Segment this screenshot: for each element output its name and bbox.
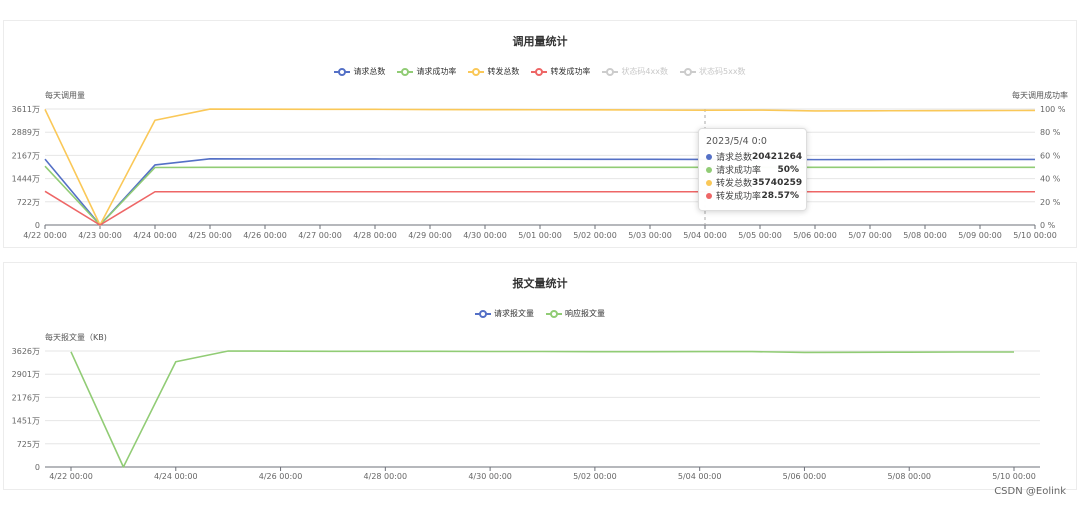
x-tick-label: 4/24 00:00 <box>154 472 198 481</box>
x-tick-label: 4/22 00:00 <box>49 472 93 481</box>
x-tick-label: 5/08 00:00 <box>887 472 931 481</box>
x-tick-label: 5/04 00:00 <box>678 472 722 481</box>
x-tick-label: 5/06 00:00 <box>783 472 827 481</box>
y-tick-label: 1451万 <box>12 417 40 426</box>
x-tick-label: 4/30 00:00 <box>468 472 512 481</box>
y-tick-label: 2176万 <box>12 393 40 402</box>
x-tick-label: 5/10 00:00 <box>992 472 1036 481</box>
y-tick-label: 2901万 <box>12 370 40 379</box>
x-tick-label: 4/26 00:00 <box>259 472 303 481</box>
watermark: CSDN @Eolink <box>994 486 1066 497</box>
x-tick-label: 5/02 00:00 <box>573 472 617 481</box>
series-line <box>70 350 1014 468</box>
y-tick-label: 3626万 <box>12 347 40 356</box>
x-tick-label: 4/28 00:00 <box>364 472 408 481</box>
chart2-plot[interactable]: 0 725万 1451万 2176万 2901万 3626万 4/22 00:00 4/24 … <box>0 0 1080 508</box>
y-tick-label: 0 <box>35 463 40 472</box>
y-tick-label: 725万 <box>17 440 40 449</box>
